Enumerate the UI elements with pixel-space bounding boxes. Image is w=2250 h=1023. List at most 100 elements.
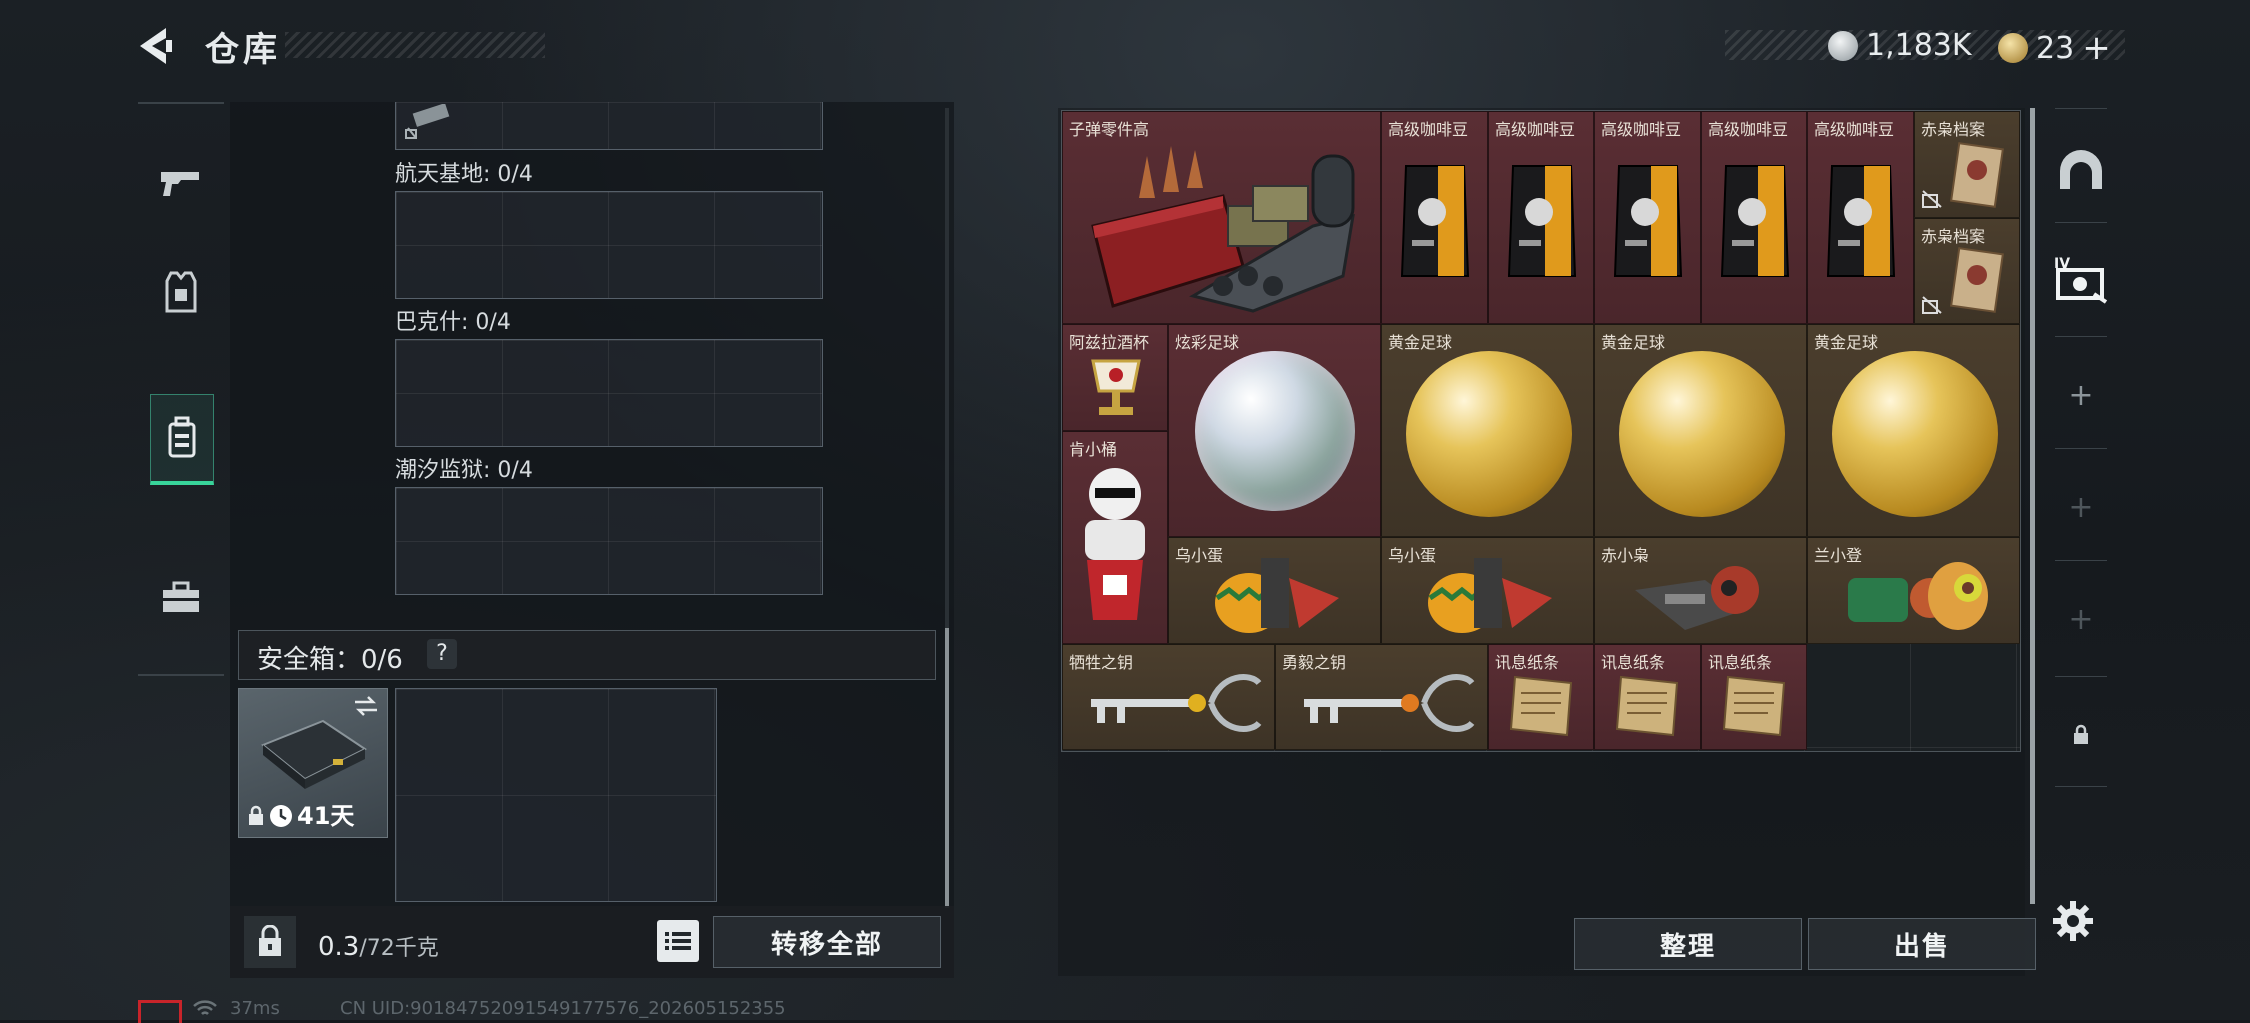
inventory-item[interactable]: 高级咖啡豆	[1701, 111, 1807, 324]
plus-icon: +	[2068, 377, 2094, 413]
inventory-item[interactable]: 赤枭档案	[1914, 111, 2020, 218]
coffee-bag-icon	[1507, 165, 1577, 277]
inventory-item[interactable]: 高级咖啡豆	[1807, 111, 1914, 324]
locked-page[interactable]	[2050, 704, 2112, 766]
partial-grid-top[interactable]	[395, 102, 823, 150]
grid-space-base[interactable]	[395, 191, 823, 299]
storage-page-1[interactable]	[2050, 140, 2112, 202]
valor-key-icon	[1304, 674, 1475, 732]
inventory-item[interactable]: 讯息纸条	[1488, 644, 1594, 750]
backpack-lock-button[interactable]	[244, 916, 296, 968]
transfer-all-button[interactable]: 转移全部	[713, 916, 941, 968]
inventory-item[interactable]: 牺牲之钥	[1062, 644, 1275, 750]
add-gold-button[interactable]: +	[2082, 28, 2111, 68]
add-page-button[interactable]: +	[2050, 476, 2112, 538]
gold-amount: 23	[2036, 30, 2075, 66]
coffee-bag-icon	[1400, 165, 1470, 277]
add-page-button[interactable]: +	[2050, 364, 2112, 426]
rail-divider	[2055, 222, 2107, 223]
pistol-icon	[161, 172, 199, 196]
inventory-item[interactable]: 高级咖啡豆	[1594, 111, 1701, 324]
back-arrow-icon	[140, 28, 172, 64]
grid-safe-box[interactable]	[395, 688, 717, 902]
inventory-item[interactable]: 赤枭档案	[1914, 218, 2020, 324]
item-name: 高级咖啡豆	[1814, 120, 1895, 139]
clock-icon	[270, 805, 292, 827]
item-name: 阿兹拉酒杯	[1069, 333, 1150, 352]
storage-page-2[interactable]: IV	[2050, 248, 2112, 310]
sort-button[interactable]: 整理	[1574, 918, 1802, 970]
inventory-item[interactable]: 阿兹拉酒杯	[1062, 324, 1168, 431]
message-note-icon	[1509, 675, 1573, 737]
rail-divider	[2055, 786, 2107, 787]
safe-box-label: 安全箱：0/6	[257, 645, 403, 675]
inventory-item[interactable]: 子弹零件高	[1062, 111, 1381, 324]
item-name: 黄金足球	[1814, 333, 1879, 352]
safe-case-icon	[261, 719, 367, 789]
grid-tide-prison[interactable]	[395, 487, 823, 595]
golden-ball-icon	[1832, 351, 1998, 517]
inventory-item[interactable]: 肯小桶	[1062, 431, 1168, 644]
inventory-item[interactable]: 黄金足球	[1594, 324, 1807, 537]
uid-text: CN UID:9018475209154917757​6_20260515235…	[340, 998, 786, 1019]
inventory-item[interactable]: 勇毅之钥	[1275, 644, 1488, 750]
ping-text: 37ms	[230, 998, 280, 1019]
silver-coin-icon	[1828, 30, 1858, 61]
gear-icon	[2053, 901, 2093, 941]
chalice-icon	[1091, 359, 1141, 415]
gold-coin-icon	[1998, 33, 2028, 63]
safe-box-item[interactable]: 41天	[238, 688, 388, 838]
item-name: 炫彩足球	[1175, 333, 1240, 352]
section-label-bakesh: 巴克什: 0/4	[395, 310, 511, 335]
right-scrollbar[interactable]	[2030, 108, 2035, 904]
item-name: 赤小枭	[1601, 546, 1650, 565]
item-name: 赤枭档案	[1921, 227, 1986, 246]
item-name: 黄金足球	[1601, 333, 1666, 352]
inventory-item[interactable]: 黄金足球	[1807, 324, 2020, 537]
coffee-bag-icon	[1826, 165, 1896, 277]
item-name: 讯息纸条	[1601, 653, 1666, 672]
section-label-space-base: 航天基地: 0/4	[395, 162, 533, 187]
armor-vest-icon	[165, 271, 197, 313]
coffee-bag-icon	[1613, 165, 1683, 277]
item-name: 讯息纸条	[1495, 653, 1560, 672]
inventory-item[interactable]: 讯息纸条	[1594, 644, 1701, 750]
inventory-item[interactable]: 高级咖啡豆	[1381, 111, 1488, 324]
section-label-tide-prison: 潮汐监狱: 0/4	[395, 458, 533, 483]
inventory-item[interactable]: 赤小枭	[1594, 537, 1807, 644]
item-name: 赤枭档案	[1921, 120, 1986, 139]
list-view-button[interactable]	[657, 920, 699, 962]
settings-button[interactable]	[2052, 900, 2094, 942]
tab-backpack[interactable]	[150, 394, 214, 485]
inventory-item[interactable]: 乌小蛋	[1168, 537, 1381, 644]
tab-tools[interactable]	[150, 554, 212, 640]
slot-locked-icon	[1922, 296, 1942, 314]
inventory-item[interactable]: 黄金足球	[1381, 324, 1594, 537]
owl-dossier-icon	[1950, 142, 2004, 208]
safe-box-header: 安全箱：0/6 ?	[238, 630, 936, 680]
title-decoration	[285, 32, 545, 58]
plus-icon: +	[2068, 489, 2094, 525]
tab-armor[interactable]	[150, 250, 212, 336]
left-scrollbar-thumb[interactable]	[945, 628, 949, 908]
dome-icon	[2060, 150, 2102, 189]
lock-icon	[249, 805, 263, 825]
inventory-item[interactable]: 高级咖啡豆	[1488, 111, 1594, 324]
inventory-item[interactable]: 炫彩足球	[1168, 324, 1381, 537]
inventory-item[interactable]: 讯息纸条	[1701, 644, 1807, 750]
coffee-bag-icon	[1720, 165, 1790, 277]
swap-icon[interactable]	[353, 695, 379, 717]
add-page-button[interactable]: +	[2050, 588, 2112, 650]
sell-button[interactable]: 出售	[1808, 918, 2036, 970]
rail-divider	[2055, 448, 2107, 449]
gold-currency[interactable]: 23 +	[1998, 28, 2111, 68]
tab-weapons[interactable]	[150, 140, 212, 226]
inventory-item[interactable]: 乌小蛋	[1381, 537, 1594, 644]
help-button[interactable]: ?	[427, 639, 457, 669]
item-name: 高级咖啡豆	[1601, 120, 1682, 139]
inventory-item[interactable]: 兰小登	[1807, 537, 2020, 644]
grid-bakesh[interactable]	[395, 339, 823, 447]
back-button[interactable]	[136, 26, 180, 66]
item-name: 高级咖啡豆	[1495, 120, 1576, 139]
rail-divider	[2055, 676, 2107, 677]
